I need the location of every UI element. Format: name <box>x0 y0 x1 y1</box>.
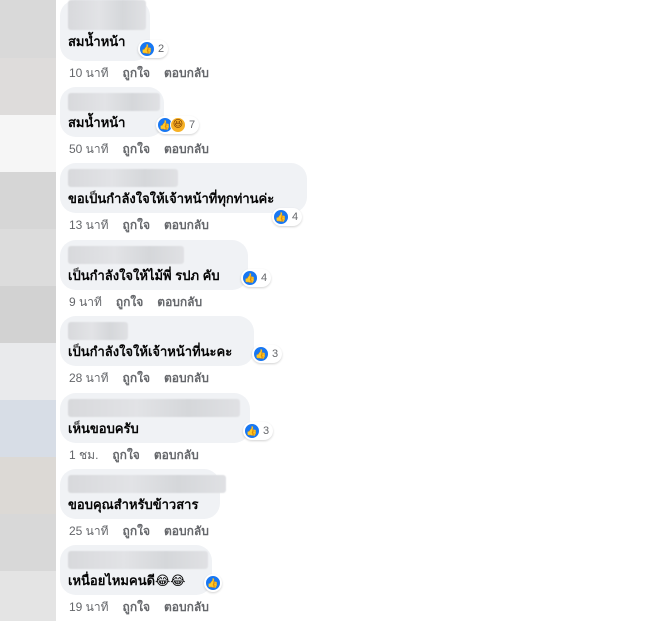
comment-timestamp[interactable]: 28 นาที <box>69 369 109 388</box>
comment-meta: 10 นาที ถูกใจ ตอบกลับ <box>60 64 209 83</box>
commenter-name-blurred[interactable] <box>68 246 184 264</box>
like-button[interactable]: ถูกใจ <box>116 293 143 312</box>
comment-timestamp[interactable]: 1 ชม. <box>69 446 98 465</box>
commenter-name-blurred[interactable] <box>68 551 208 569</box>
reply-button[interactable]: ตอบกลับ <box>164 522 209 541</box>
comment-timestamp[interactable]: 9 นาที <box>69 293 102 312</box>
like-button[interactable]: ถูกใจ <box>123 522 150 541</box>
comment-meta: 9 นาที ถูกใจ ตอบกลับ <box>60 293 248 312</box>
like-button[interactable]: ถูกใจ <box>112 446 139 465</box>
reaction-summary[interactable]: 👍 😆 7 <box>156 116 200 134</box>
comment-bubble: ขอบคุณสำหรับข้าวสาร <box>60 469 226 519</box>
reaction-count: 3 <box>263 425 270 437</box>
comment-text: เหนื่อยไหมคนดี😂😂 <box>68 573 186 588</box>
like-button[interactable]: ถูกใจ <box>123 140 150 159</box>
comment-bubble: สมน้ำหน้า 👍 2 <box>60 0 169 61</box>
avatar[interactable] <box>0 229 56 286</box>
avatar[interactable] <box>0 286 56 343</box>
commenter-name-blurred[interactable] <box>68 169 178 187</box>
avatar[interactable] <box>0 457 56 514</box>
comment-meta: 13 นาที ถูกใจ ตอบกลับ <box>60 216 307 235</box>
like-reaction-icon: 👍 <box>139 41 155 57</box>
comment-timestamp[interactable]: 10 นาที <box>69 64 109 83</box>
comment-list: สมน้ำหน้า 👍 2 10 นาที ถูกใจ ตอบกลับ สมน้… <box>56 0 654 621</box>
avatar[interactable] <box>0 172 56 229</box>
reaction-summary[interactable]: 👍 4 <box>272 208 303 226</box>
comment-text: เป็นกำลังใจให้เจ้าหน้าที่นะคะ <box>68 344 233 359</box>
reaction-summary[interactable]: 👍 4 <box>241 269 272 287</box>
like-reaction-icon: 👍 <box>273 209 289 225</box>
reply-button[interactable]: ตอบกลับ <box>164 64 209 83</box>
reply-button[interactable]: ตอบกลับ <box>154 446 199 465</box>
avatar[interactable] <box>0 400 56 457</box>
avatar[interactable] <box>0 58 56 115</box>
reaction-count: 3 <box>272 348 279 360</box>
comment: ขอบคุณสำหรับข้าวสาร 25 นาที ถูกใจ ตอบกลั… <box>60 469 226 541</box>
comment-bubble: เป็นกำลังใจให้ไม้พี่ รปภ คับ 👍 4 <box>60 240 272 290</box>
comment-meta: 19 นาที ถูกใจ ตอบกลับ <box>60 598 212 617</box>
comment-text: ขอเป็นกำลังใจให้เจ้าหน้าที่ทุกท่านค่ะ <box>68 191 275 206</box>
like-button[interactable]: ถูกใจ <box>123 369 150 388</box>
comment-timestamp[interactable]: 19 นาที <box>69 598 109 617</box>
commenter-name-blurred[interactable] <box>68 0 146 30</box>
commenter-name-blurred[interactable] <box>68 93 160 111</box>
avatar[interactable] <box>0 115 56 172</box>
comment-text: ขอบคุณสำหรับข้าวสาร <box>68 497 199 512</box>
comment-timestamp[interactable]: 25 นาที <box>69 522 109 541</box>
reaction-count: 4 <box>261 272 268 284</box>
commenter-name-blurred[interactable] <box>68 475 226 493</box>
reaction-summary[interactable]: 👍 3 <box>243 422 274 440</box>
comment: เป็นกำลังใจให้ไม้พี่ รปภ คับ 👍 4 9 นาที … <box>60 240 272 312</box>
reaction-summary[interactable]: 👍 3 <box>252 345 283 363</box>
like-button[interactable]: ถูกใจ <box>123 216 150 235</box>
reaction-count: 7 <box>189 119 196 131</box>
comment-timestamp[interactable]: 50 นาที <box>69 140 109 159</box>
comment-timestamp[interactable]: 13 นาที <box>69 216 109 235</box>
reply-button[interactable]: ตอบกลับ <box>164 369 209 388</box>
avatar-column <box>0 0 56 621</box>
commenter-name-blurred[interactable] <box>68 322 128 340</box>
comment-bubble: สมน้ำหน้า 👍 😆 7 <box>60 87 200 137</box>
comment-meta: 25 นาที ถูกใจ ตอบกลับ <box>60 522 220 541</box>
comment-bubble: เห็นขอบครับ 👍 3 <box>60 393 274 443</box>
comment: ขอเป็นกำลังใจให้เจ้าหน้าที่ทุกท่านค่ะ 👍 … <box>60 163 307 235</box>
like-button[interactable]: ถูกใจ <box>123 598 150 617</box>
haha-reaction-icon: 😆 <box>170 117 186 133</box>
reaction-summary[interactable]: 👍 <box>204 574 222 592</box>
commenter-name-blurred[interactable] <box>68 399 240 417</box>
comment-text: เป็นกำลังใจให้ไม้พี่ รปภ คับ <box>68 268 220 283</box>
reply-button[interactable]: ตอบกลับ <box>164 140 209 159</box>
comment: เห็นขอบครับ 👍 3 1 ชม. ถูกใจ ตอบกลับ <box>60 393 274 465</box>
comment-meta: 28 นาที ถูกใจ ตอบกลับ <box>60 369 254 388</box>
reply-button[interactable]: ตอบกลับ <box>157 293 202 312</box>
comment-bubble: เหนื่อยไหมคนดี😂😂 👍 <box>60 545 222 595</box>
reply-button[interactable]: ตอบกลับ <box>164 216 209 235</box>
reaction-summary[interactable]: 👍 2 <box>138 40 169 58</box>
reaction-count: 2 <box>158 43 165 55</box>
comment: สมน้ำหน้า 👍 2 10 นาที ถูกใจ ตอบกลับ <box>60 0 209 83</box>
like-reaction-icon: 👍 <box>244 423 260 439</box>
like-button[interactable]: ถูกใจ <box>123 64 150 83</box>
comment-text: เห็นขอบครับ <box>68 421 139 436</box>
avatar[interactable] <box>0 0 56 58</box>
like-reaction-icon: 👍 <box>205 575 221 591</box>
avatar[interactable] <box>0 571 56 621</box>
reaction-count: 4 <box>292 211 299 223</box>
comment-bubble: ขอเป็นกำลังใจให้เจ้าหน้าที่ทุกท่านค่ะ 👍 … <box>60 163 307 226</box>
like-reaction-icon: 👍 <box>242 270 258 286</box>
comment-text: สมน้ำหน้า <box>68 115 126 130</box>
comment-text: สมน้ำหน้า <box>68 34 126 49</box>
comment: เหนื่อยไหมคนดี😂😂 👍 19 นาที ถูกใจ ตอบกลับ <box>60 545 222 617</box>
comment-bubble: เป็นกำลังใจให้เจ้าหน้าที่นะคะ 👍 3 <box>60 316 283 366</box>
avatar[interactable] <box>0 343 56 400</box>
comment-meta: 1 ชม. ถูกใจ ตอบกลับ <box>60 446 250 465</box>
comment: สมน้ำหน้า 👍 😆 7 50 นาที ถูกใจ ตอบกลับ <box>60 87 209 159</box>
avatar[interactable] <box>0 514 56 571</box>
like-reaction-icon: 👍 <box>253 346 269 362</box>
comment: เป็นกำลังใจให้เจ้าหน้าที่นะคะ 👍 3 28 นาท… <box>60 316 283 388</box>
reply-button[interactable]: ตอบกลับ <box>164 598 209 617</box>
comment-meta: 50 นาที ถูกใจ ตอบกลับ <box>60 140 209 159</box>
